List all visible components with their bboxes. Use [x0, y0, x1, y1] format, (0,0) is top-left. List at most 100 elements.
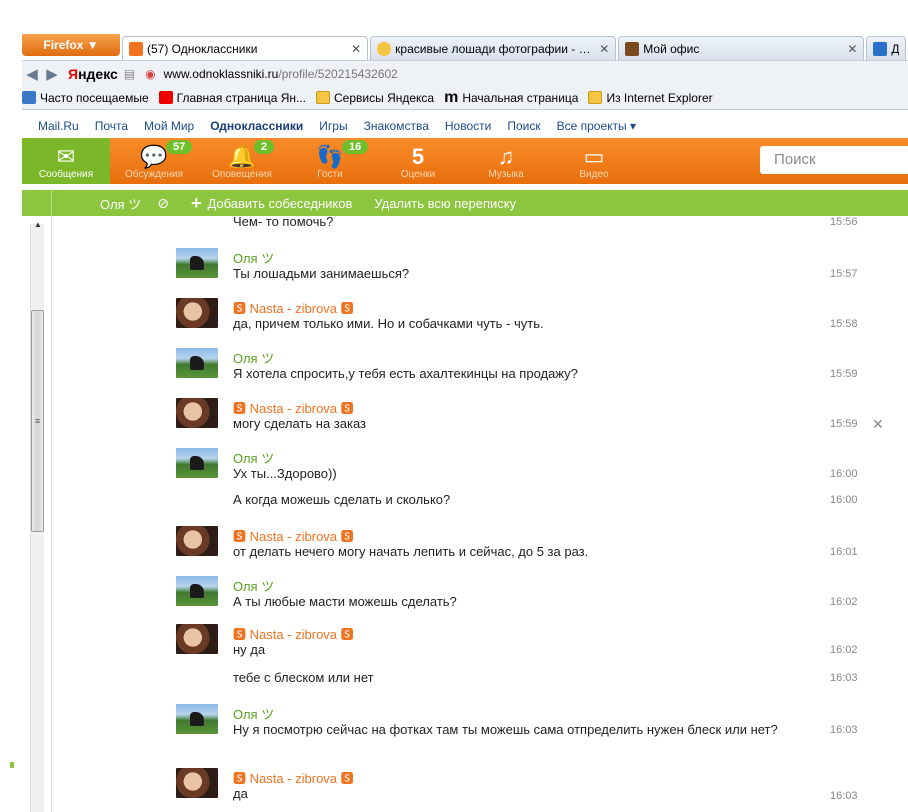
forward-arrow-icon[interactable]: ▶ — [42, 65, 62, 83]
avatar[interactable] — [176, 768, 218, 798]
yandex-logo: Яндекс — [68, 65, 118, 82]
tab-horses-search[interactable]: красивые лошади фотографии - 85 ... ✕ — [370, 36, 617, 60]
message-time: 15:59 — [830, 368, 858, 380]
toolbar-discussions[interactable]: 57 💬 Обсуждения — [110, 138, 198, 184]
message-author[interactable]: Оля ツ — [233, 348, 274, 367]
avatar[interactable] — [176, 704, 218, 734]
message-author[interactable]: 🆂 Nasta - zibrova 🆂 — [233, 768, 354, 787]
tab-title: (57) Одноклассники — [147, 41, 258, 56]
portal-link-odnoklassniki[interactable]: Одноклассники — [210, 119, 303, 133]
message-text: от делать нечего могу начать лепить и се… — [233, 544, 589, 559]
message-text: могу сделать на заказ — [233, 416, 367, 431]
portal-link-news[interactable]: Новости — [445, 119, 491, 133]
url-bar[interactable]: www.odnoklassniki.ru/profile/52021543260… — [164, 67, 398, 81]
music-icon: ♫ — [497, 144, 515, 169]
portal-link-dating[interactable]: Знакомства — [364, 119, 429, 133]
avatar[interactable] — [176, 624, 218, 654]
chat-partner-name[interactable]: Оля ツ — [100, 194, 141, 213]
portal-link-search[interactable]: Поиск — [507, 119, 540, 133]
portal-links-bar: Mail.Ru Почта Мой Мир Одноклассники Игры… — [22, 116, 908, 136]
notifications-badge: 2 — [254, 140, 275, 154]
close-tab-icon[interactable]: ✕ — [593, 42, 609, 56]
ok-main-toolbar: ✉ Сообщения 57 💬 Обсуждения 2 🔔 Оповещен… — [22, 138, 908, 184]
m-logo-icon: m — [444, 88, 459, 106]
message-text: ну да — [233, 642, 266, 657]
horse-favicon-icon — [625, 41, 640, 56]
message-time: 15:59 — [830, 418, 858, 430]
play-favicon-icon — [873, 41, 888, 56]
tab-title: Ди — [891, 41, 899, 56]
message-author[interactable]: 🆂 Nasta - zibrova 🆂 — [233, 298, 354, 317]
avatar[interactable] — [176, 348, 218, 378]
chat-list-panel: ▲ ≡ — [22, 216, 52, 812]
chat-header-bar: Оля ツ ⊘ + Добавить собеседников Удалить … — [22, 190, 908, 216]
toolbar-ratings[interactable]: 5 Оценки — [374, 138, 462, 184]
toolbar-music[interactable]: ♫ Музыка — [462, 138, 550, 184]
message-author[interactable]: 🆂 Nasta - zibrova 🆂 — [233, 398, 354, 417]
bell-icon: 🔔 — [228, 144, 256, 169]
odnoklassniki-favicon-icon — [129, 41, 143, 56]
yandex-menu-icon[interactable]: ▤ — [124, 67, 135, 81]
avatar[interactable] — [176, 298, 218, 328]
message-author[interactable]: 🆂 Nasta - zibrova 🆂 — [233, 526, 354, 545]
bookmark-yandex-services[interactable]: Сервисы Яндекса — [316, 91, 434, 105]
rating-icon: 5 — [411, 144, 425, 169]
guests-badge: 16 — [342, 140, 369, 154]
search-input[interactable]: Поиск — [760, 146, 908, 174]
back-arrow-icon[interactable]: ◀ — [22, 65, 42, 83]
message-text: Чем- то помочь? — [233, 216, 334, 229]
message-author[interactable]: 🆂 Nasta - zibrova 🆂 — [233, 624, 354, 643]
video-icon: ▭ — [583, 144, 605, 169]
tab-odnoklassniki[interactable]: (57) Одноклассники ✕ — [122, 36, 369, 60]
message-time: 16:00 — [830, 468, 858, 480]
portal-link-games[interactable]: Игры — [319, 119, 347, 133]
tab-my-office[interactable]: Мой офис ✕ — [618, 36, 865, 60]
scrollbar-thumb[interactable]: ≡ — [31, 310, 44, 532]
avatar[interactable] — [176, 398, 218, 428]
close-tab-icon[interactable]: ✕ — [841, 42, 857, 56]
toolbar-messages[interactable]: ✉ Сообщения — [22, 138, 110, 184]
site-identity-icon[interactable]: ◉ — [145, 67, 155, 81]
portal-link-mailru[interactable]: Mail.Ru — [38, 119, 79, 133]
portal-link-mail[interactable]: Почта — [95, 119, 128, 133]
message-author[interactable]: Оля ツ — [233, 248, 274, 267]
toolbar-notifications[interactable]: 2 🔔 Оповещения — [198, 138, 286, 184]
bookmark-start-page[interactable]: m Начальная страница — [444, 89, 578, 107]
message-text: Я хотела спросить,у тебя есть ахалтекинц… — [233, 366, 578, 381]
message-text: Ну я посмотрю сейчас на фотках там ты мо… — [233, 722, 778, 737]
avatar[interactable] — [176, 526, 218, 556]
message-time: 16:03 — [830, 724, 858, 736]
scroll-up-arrow-icon[interactable]: ▲ — [34, 220, 42, 229]
chat-icon: 💬 — [140, 144, 168, 169]
add-participants-button[interactable]: Добавить собеседников — [207, 196, 352, 211]
message-author[interactable]: Оля ツ — [233, 576, 274, 595]
block-user-icon[interactable]: ⊘ — [157, 195, 169, 212]
toolbar-guests[interactable]: 16 👣 Гости — [286, 138, 374, 184]
message-author[interactable]: Оля ツ — [233, 704, 274, 723]
message-author[interactable]: Оля ツ — [233, 448, 274, 467]
delete-message-icon[interactable]: ✕ — [872, 416, 884, 433]
plus-icon[interactable]: + — [191, 193, 202, 214]
firefox-menu-button[interactable]: Firefox ▼ — [22, 34, 120, 56]
bookmark-yandex-home[interactable]: Главная страница Ян... — [158, 91, 306, 105]
message-time: 16:02 — [830, 644, 858, 656]
message-text: Ты лошадьми занимаешься? — [233, 266, 410, 281]
tab-title: Мой офис — [643, 41, 700, 56]
delete-conversation-button[interactable]: Удалить всю переписку — [374, 196, 516, 211]
toolbar-video[interactable]: ▭ Видео — [550, 138, 638, 184]
yandex-icon — [158, 91, 173, 104]
bookmark-from-ie[interactable]: Из Internet Explorer — [588, 91, 713, 105]
avatar[interactable] — [176, 248, 218, 278]
portal-link-all-projects[interactable]: Все проекты ▾ — [557, 119, 636, 133]
close-tab-icon[interactable]: ✕ — [345, 42, 361, 56]
message-text: Ух ты...Здорово)) — [233, 466, 337, 481]
portal-link-my-world[interactable]: Мой Мир — [144, 119, 194, 133]
tab-title: красивые лошади фотографии - 85 ... — [395, 41, 594, 56]
avatar[interactable] — [176, 448, 218, 478]
tab-other[interactable]: Ди — [866, 36, 906, 60]
avatar[interactable] — [176, 576, 218, 606]
folder-icon — [316, 91, 331, 104]
bookmark-most-visited[interactable]: Часто посещаемые — [22, 91, 149, 105]
side-marker — [10, 762, 14, 768]
message-time: 16:03 — [830, 790, 858, 802]
